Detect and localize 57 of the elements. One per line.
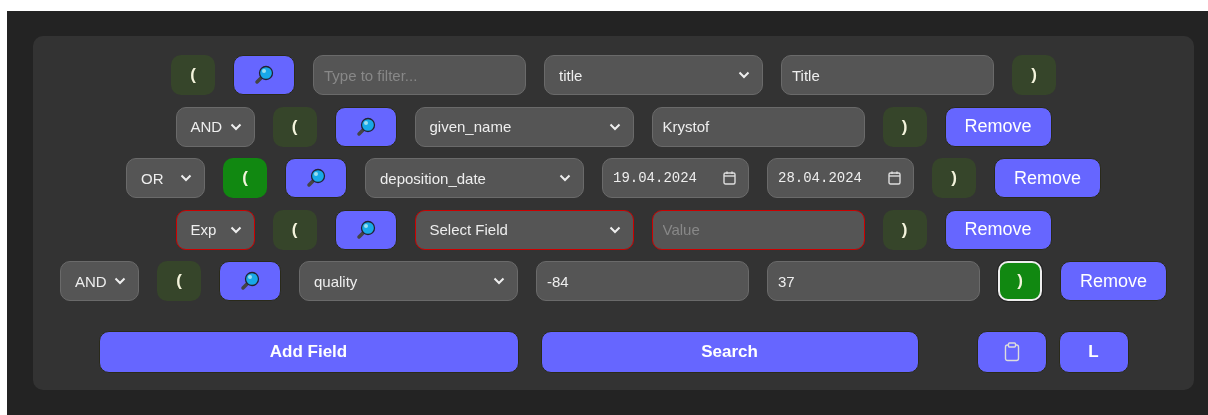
- calendar-icon: [723, 171, 736, 185]
- operator-select[interactable]: AND: [175, 106, 255, 147]
- remove-button[interactable]: Remove: [1060, 261, 1167, 301]
- search-icon: [305, 167, 327, 189]
- chevron-icon: [114, 277, 126, 285]
- search-icon: [253, 64, 275, 86]
- search-icon: [239, 270, 261, 292]
- l-button[interactable]: L: [1058, 330, 1129, 373]
- add-field-button[interactable]: Add Field: [98, 330, 519, 373]
- date-field[interactable]: 28.04.2024: [767, 158, 914, 198]
- value-field[interactable]: 37: [767, 261, 980, 301]
- search-button[interactable]: [334, 106, 397, 147]
- close-paren-toggle[interactable]: ): [998, 261, 1042, 301]
- field-select[interactable]: Select Field: [414, 209, 634, 250]
- field-select[interactable]: title: [544, 55, 763, 95]
- remove-button[interactable]: Remove: [944, 209, 1052, 250]
- close-paren-toggle[interactable]: ): [882, 106, 927, 147]
- open-paren-toggle[interactable]: (: [157, 261, 201, 301]
- clipboard-button[interactable]: [976, 330, 1047, 373]
- remove-button[interactable]: Remove: [994, 158, 1101, 198]
- chevron-icon: [738, 71, 750, 79]
- open-paren-toggle[interactable]: (: [223, 158, 267, 198]
- chevron-icon: [608, 122, 621, 131]
- value-field[interactable]: -84: [536, 261, 749, 301]
- search-button[interactable]: [285, 158, 347, 198]
- value-field[interactable]: Krystof: [651, 106, 865, 147]
- date-value: 19.04.2024: [613, 170, 697, 186]
- search-button[interactable]: Search: [540, 330, 919, 373]
- operator-select[interactable]: AND: [60, 261, 139, 301]
- chevron-icon: [493, 277, 505, 285]
- search-icon: [354, 218, 377, 241]
- search-icon: [354, 115, 377, 138]
- search-button[interactable]: [219, 261, 281, 301]
- chevron-icon: [180, 174, 192, 182]
- date-value: 28.04.2024: [778, 170, 862, 186]
- chevron-icon: [608, 225, 621, 234]
- close-paren-toggle[interactable]: ): [932, 158, 976, 198]
- operator-select[interactable]: Exp: [175, 209, 255, 250]
- field-select[interactable]: given_name: [414, 106, 634, 147]
- open-paren-toggle[interactable]: (: [272, 209, 317, 250]
- remove-button[interactable]: Remove: [944, 106, 1052, 147]
- chevron-icon: [229, 122, 242, 131]
- search-button[interactable]: [233, 55, 295, 95]
- close-paren-toggle[interactable]: ): [882, 209, 927, 250]
- chevron-icon: [559, 174, 571, 182]
- open-paren-toggle[interactable]: (: [272, 106, 317, 147]
- field-select[interactable]: quality: [299, 261, 518, 301]
- calendar-icon: [888, 171, 901, 185]
- operator-select[interactable]: OR: [126, 158, 205, 198]
- date-field[interactable]: 19.04.2024: [602, 158, 749, 198]
- search-button[interactable]: [334, 209, 397, 250]
- field-select[interactable]: deposition_date: [365, 158, 584, 198]
- close-paren-toggle[interactable]: ): [1012, 55, 1056, 95]
- chevron-icon: [229, 225, 242, 234]
- clipboard-icon: [1003, 341, 1020, 362]
- open-paren-toggle[interactable]: (: [171, 55, 215, 95]
- value-field[interactable]: Title: [781, 55, 994, 95]
